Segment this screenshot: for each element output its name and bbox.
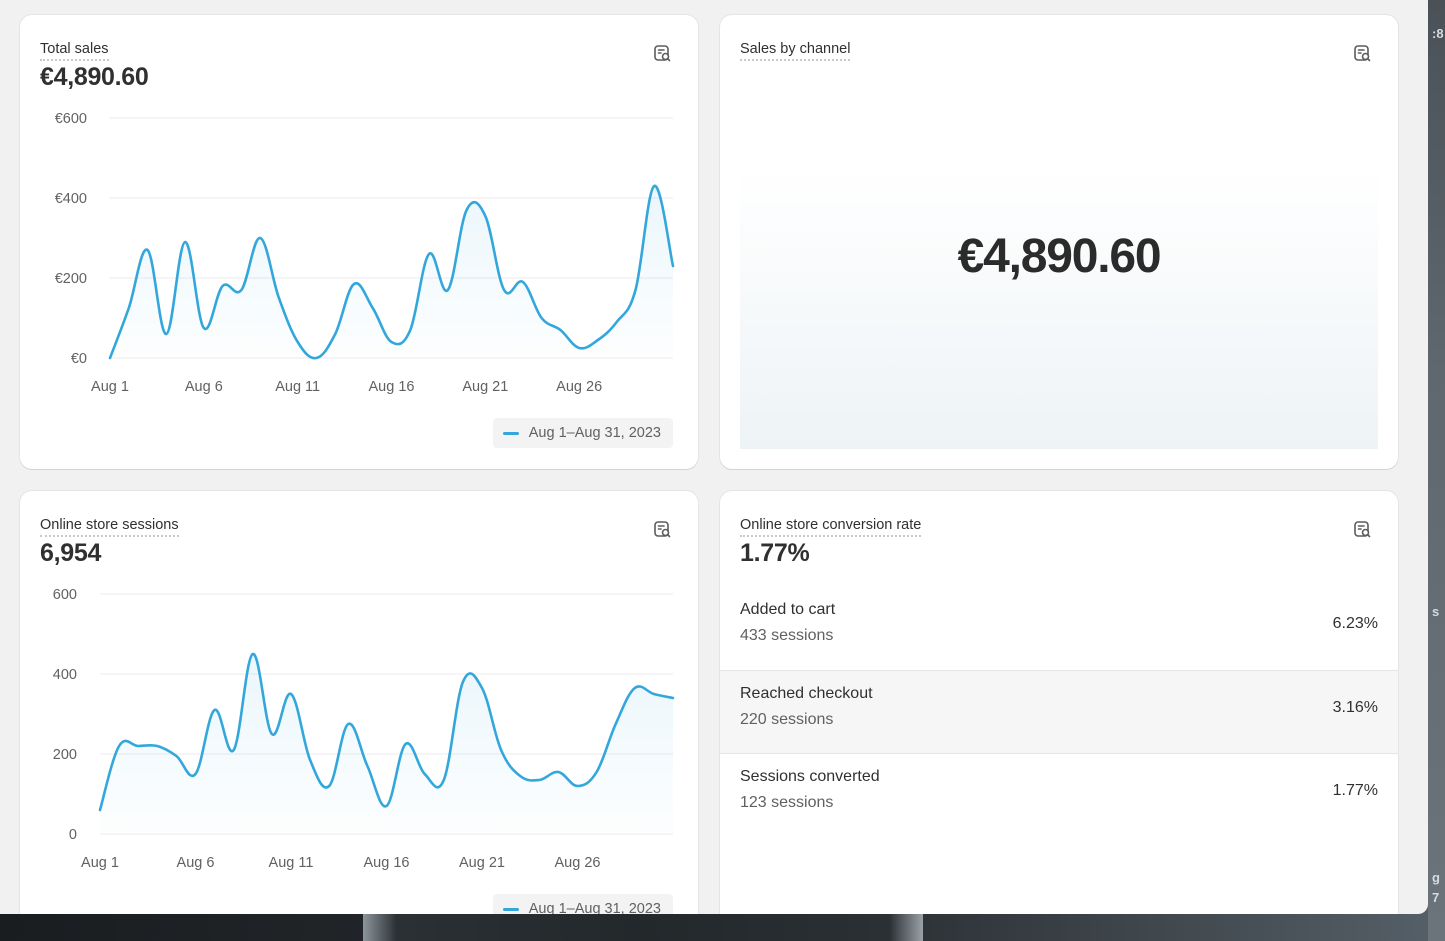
analytics-window: Total sales €4,890.60 €0 €200 €400 €600 Aug … (0, 0, 1428, 914)
x-tick-label: Aug 11 (269, 855, 314, 871)
conversion-rate-card[interactable]: Online store conversion rate 1.77% Added… (720, 491, 1398, 914)
funnel-label: Sessions converted (740, 768, 880, 785)
y-tick-label: €200 (55, 271, 87, 287)
total-sales-chart[interactable]: €0 €200 €400 €600 Aug 1 Aug 6 Aug 11 Aug 16 Aug … (20, 15, 698, 415)
desktop-edge-text: g (1432, 870, 1440, 885)
sales-by-channel-card[interactable]: Sales by channel €4,890.60 (720, 15, 1398, 469)
x-tick-label: Aug 6 (185, 379, 223, 395)
desktop-edge-text: :8 (1432, 26, 1444, 41)
funnel-percent: 3.16% (1332, 699, 1378, 716)
funnel-sessions: 220 sessions (740, 711, 834, 728)
card-title[interactable]: Online store conversion rate (740, 516, 922, 537)
x-tick-label: Aug 21 (459, 855, 505, 871)
x-tick-label: Aug 16 (369, 379, 415, 395)
x-tick-label: Aug 1 (91, 379, 129, 395)
total-value: €4,890.60 (957, 230, 1162, 283)
y-tick-label: €600 (55, 111, 87, 127)
sessions-chart[interactable]: 0 200 400 600 Aug 1 Aug 6 Aug 11 Aug 16 Aug 21 Au… (20, 491, 698, 891)
y-tick-label: 0 (69, 827, 77, 843)
x-tick-label: Aug 26 (555, 855, 601, 871)
total-sales-card[interactable]: Total sales €4,890.60 €0 €200 €400 €600 Aug … (20, 15, 698, 469)
y-tick-label: 400 (53, 667, 77, 683)
y-tick-label: 600 (53, 587, 77, 603)
funnel-sessions: 433 sessions (740, 627, 834, 644)
desktop-edge-text: s (1432, 604, 1440, 619)
funnel-percent: 1.77% (1332, 782, 1378, 799)
funnel-row-added-to-cart[interactable]: Added to cart 433 sessions 6.23% (720, 587, 1398, 671)
legend-label: Aug 1–Aug 31, 2023 (528, 425, 661, 441)
funnel-sessions: 123 sessions (740, 794, 834, 811)
x-tick-label: Aug 26 (556, 379, 602, 395)
x-tick-label: Aug 21 (462, 379, 508, 395)
funnel-row-reached-checkout[interactable]: Reached checkout 220 sessions 3.16% (720, 670, 1398, 754)
report-search-icon[interactable] (1352, 519, 1372, 539)
chart-legend[interactable]: Aug 1–Aug 31, 2023 (492, 894, 673, 914)
funnel-label: Reached checkout (740, 685, 873, 702)
desktop-edge-text: 7 (1432, 890, 1440, 905)
y-tick-label: €0 (71, 351, 87, 367)
card-value: 1.77% (740, 539, 810, 567)
legend-swatch (502, 907, 519, 911)
legend-swatch (502, 431, 519, 435)
desktop-background: :8 s g 7 (1428, 0, 1445, 941)
report-search-icon[interactable] (1352, 43, 1372, 63)
y-tick-label: €400 (55, 191, 87, 207)
legend-label: Aug 1–Aug 31, 2023 (528, 901, 661, 914)
x-tick-label: Aug 16 (364, 855, 410, 871)
funnel-percent: 6.23% (1332, 615, 1378, 632)
funnel-label: Added to cart (740, 601, 836, 618)
x-tick-label: Aug 1 (81, 855, 119, 871)
dock-strip (363, 914, 923, 941)
x-tick-label: Aug 6 (177, 855, 215, 871)
series-area (110, 185, 673, 359)
x-tick-label: Aug 11 (275, 379, 320, 395)
empty-chart-placeholder (740, 165, 1378, 449)
funnel-row-sessions-converted[interactable]: Sessions converted 123 sessions 1.77% (720, 754, 1398, 838)
y-tick-label: 200 (53, 747, 77, 763)
online-store-sessions-card[interactable]: Online store sessions 6,954 0 200 400 600 Au… (20, 491, 698, 914)
chart-legend[interactable]: Aug 1–Aug 31, 2023 (492, 418, 673, 448)
card-title[interactable]: Sales by channel (740, 40, 851, 61)
